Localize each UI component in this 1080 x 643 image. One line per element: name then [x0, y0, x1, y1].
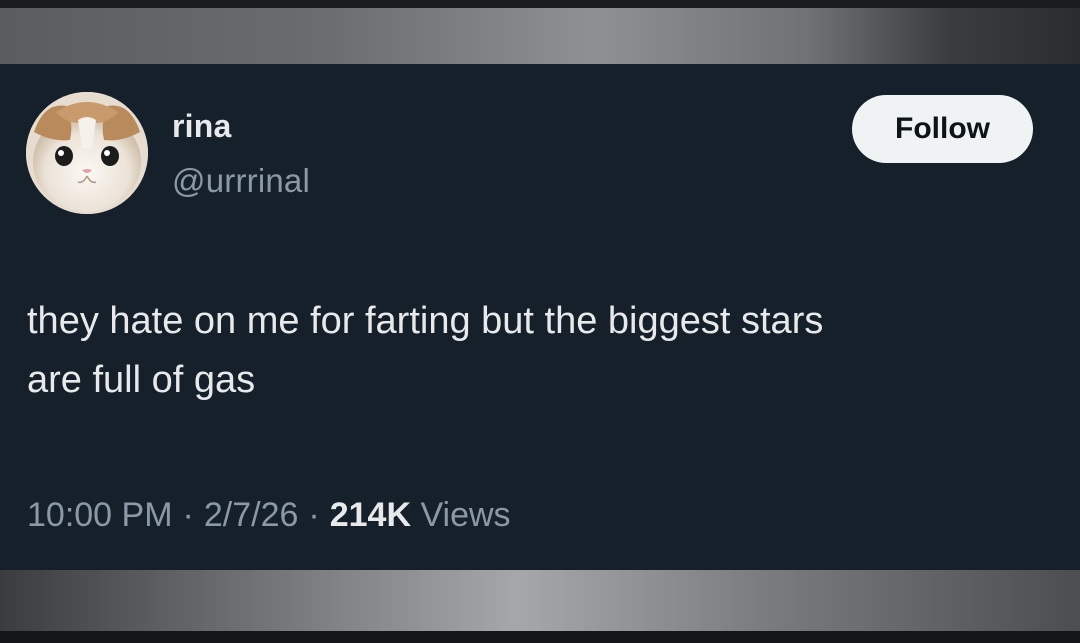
- tweet-text: they hate on me for farting but the bigg…: [27, 292, 1057, 410]
- tweet-card: rina @urrrinal Follow they hate on me fo…: [0, 64, 1080, 570]
- follow-button[interactable]: Follow: [852, 95, 1033, 163]
- tweet-meta: 10:00 PM · 2/7/26 · 214K Views: [27, 496, 511, 535]
- views-count[interactable]: 214K: [330, 496, 411, 534]
- author-name[interactable]: rina: [172, 108, 232, 145]
- tweet-date[interactable]: 2/7/26: [204, 496, 299, 534]
- meta-separator: ·: [308, 496, 320, 534]
- kitten-avatar-icon: [26, 92, 148, 214]
- author-handle[interactable]: @urrrinal: [172, 162, 310, 200]
- tweet-text-line: are full of gas: [27, 359, 256, 401]
- avatar[interactable]: [26, 92, 148, 214]
- tweet-time[interactable]: 10:00 PM: [27, 496, 173, 534]
- meta-separator: ·: [182, 496, 194, 534]
- views-label: Views: [420, 496, 511, 534]
- tweet-text-line: they hate on me for farting but the bigg…: [27, 300, 824, 342]
- blurred-background-top: [0, 0, 1080, 64]
- blurred-background-bottom: [0, 570, 1080, 643]
